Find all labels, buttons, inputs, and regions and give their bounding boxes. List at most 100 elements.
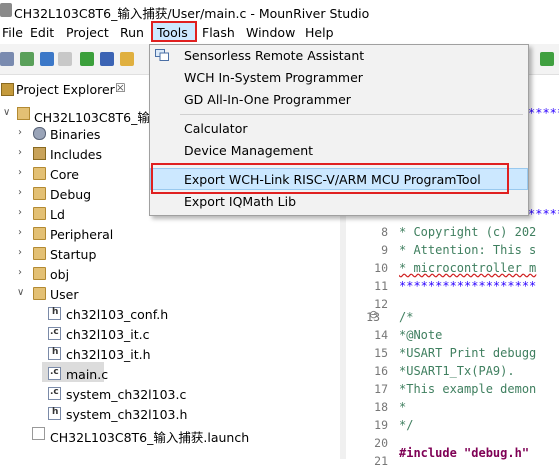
title-bar: CH32L103C8T6_输入捕获/User/main.c - MounRive… <box>0 0 559 22</box>
save-icon[interactable] <box>20 52 34 66</box>
remote-assistant-icon <box>155 49 169 61</box>
header-file-icon <box>48 407 61 420</box>
includes-icon <box>33 147 46 160</box>
header-file-icon <box>48 307 61 320</box>
code-line[interactable]: * Copyright (c) 202 <box>399 225 536 239</box>
code-line-text: * microcontroller m <box>399 261 537 275</box>
code-line[interactable]: ******************* <box>399 279 536 293</box>
tree-item-label: Core <box>50 167 79 182</box>
build-icon[interactable] <box>40 52 54 66</box>
header-file-icon <box>48 347 61 360</box>
line-number: 10 <box>374 261 388 275</box>
annotation-red-box <box>151 163 509 194</box>
line-number: 11 <box>374 279 388 293</box>
code-line[interactable]: * Attention: This s <box>399 243 536 257</box>
menu-item-device-management[interactable]: Device Management <box>184 143 313 158</box>
chevron-right-icon[interactable]: › <box>18 147 22 158</box>
tree-item-label: Includes <box>50 147 103 162</box>
chevron-right-icon[interactable]: › <box>18 167 22 178</box>
run-icon[interactable] <box>540 52 554 66</box>
menu-project[interactable]: Project <box>66 25 109 40</box>
chevron-right-icon[interactable]: › <box>18 227 22 238</box>
tree-item-label: CH32L103C8T6_输入 <box>34 110 163 125</box>
menu-item-sensorless-remote-assistant[interactable]: Sensorless Remote Assistant <box>184 48 364 63</box>
code-line[interactable]: /* <box>399 310 413 324</box>
code-line[interactable]: *USART1_Tx(PA9). <box>399 364 515 378</box>
chevron-right-icon[interactable]: › <box>18 207 22 218</box>
line-number: 18 <box>374 400 388 414</box>
tree-item-label: Debug <box>50 187 92 202</box>
line-number: 19 <box>374 418 388 432</box>
chevron-right-icon[interactable]: › <box>18 267 22 278</box>
folder-icon <box>33 167 46 180</box>
line-number: 15 <box>374 346 388 360</box>
project-explorer-tab[interactable]: Project Explorer ☒ <box>0 78 150 100</box>
tree-item-label: ch32l103_it.c <box>66 327 150 342</box>
tree-item-label: Binaries <box>50 127 101 142</box>
folder-icon <box>33 247 46 260</box>
code-stars-mid: ****** <box>528 207 559 221</box>
download-icon[interactable] <box>80 52 94 66</box>
tree-item-label: main.c <box>66 367 109 382</box>
code-line[interactable]: * microcontroller m <box>399 261 536 275</box>
project-explorer-title: Project Explorer <box>16 82 115 97</box>
new-file-icon[interactable] <box>0 52 14 66</box>
binaries-icon <box>33 127 46 140</box>
code-line[interactable]: * <box>399 400 406 414</box>
folder-icon <box>33 187 46 200</box>
line-number: 16 <box>374 364 388 378</box>
menu-separator <box>180 114 523 115</box>
tree-item-label: CH32L103C8T6_输入捕获.launch <box>50 430 250 445</box>
folder-icon <box>33 267 46 280</box>
menu-window[interactable]: Window <box>246 25 295 40</box>
debug-icon[interactable] <box>100 52 114 66</box>
code-line[interactable]: *@Note <box>399 328 442 342</box>
line-number: 13 <box>366 310 380 324</box>
chevron-down-icon[interactable]: ∨ <box>3 107 10 118</box>
folder-icon <box>33 287 46 300</box>
app-icon <box>0 3 12 17</box>
close-view-icon[interactable]: ☒ <box>115 81 126 95</box>
tree-item-label: ch32l103_it.h <box>66 347 151 362</box>
code-stars-top: ****** <box>528 106 559 120</box>
line-number: 20 <box>374 436 388 450</box>
tree-item-label: system_ch32l103.h <box>66 407 188 422</box>
line-number: 21 <box>374 454 388 468</box>
menu-item-wch-isp[interactable]: WCH In-System Programmer <box>184 70 363 85</box>
c-file-icon <box>48 367 61 380</box>
window-title: CH32L103C8T6_输入捕获/User/main.c - MounRive… <box>14 6 370 21</box>
line-number: 8 <box>381 225 388 239</box>
tree-item-label: Startup <box>50 247 97 262</box>
menu-flash[interactable]: Flash <box>202 25 235 40</box>
menu-edit[interactable]: Edit <box>30 25 54 40</box>
menu-item-export-iqmath-lib[interactable]: Export IQMath Lib <box>184 194 296 209</box>
folder-icon <box>33 207 46 220</box>
chevron-right-icon[interactable]: › <box>18 187 22 198</box>
tree-item-label: obj <box>50 267 70 282</box>
settings-icon[interactable] <box>120 52 134 66</box>
menu-item-gd-programmer[interactable]: GD All-In-One Programmer <box>184 92 351 107</box>
code-line[interactable]: *USART Print debugg <box>399 346 536 360</box>
clean-icon[interactable] <box>58 52 72 66</box>
code-line-include[interactable]: #include "debug.h" <box>399 446 529 460</box>
launch-file-icon <box>32 427 45 440</box>
code-line[interactable]: *This example demon <box>399 382 536 396</box>
tree-item-label: system_ch32l103.c <box>66 387 187 402</box>
project-icon <box>17 107 30 120</box>
tree-item-label: ch32l103_conf.h <box>66 307 169 322</box>
code-line[interactable]: */ <box>399 418 413 432</box>
menu-help[interactable]: Help <box>305 25 334 40</box>
tree-item-label: Ld <box>50 207 65 222</box>
chevron-down-icon[interactable]: ∨ <box>17 287 24 298</box>
chevron-right-icon[interactable]: › <box>18 247 22 258</box>
menu-item-calculator[interactable]: Calculator <box>184 121 247 136</box>
chevron-right-icon[interactable]: › <box>18 127 22 138</box>
tree-item-label: Peripheral <box>50 227 114 242</box>
menu-run[interactable]: Run <box>120 25 144 40</box>
line-number: 9 <box>381 243 388 257</box>
menu-file[interactable]: File <box>2 25 23 40</box>
menu-tools[interactable]: Tools <box>157 25 188 40</box>
project-explorer-icon <box>1 83 14 96</box>
line-number: 12 <box>374 297 388 311</box>
folder-icon <box>33 227 46 240</box>
